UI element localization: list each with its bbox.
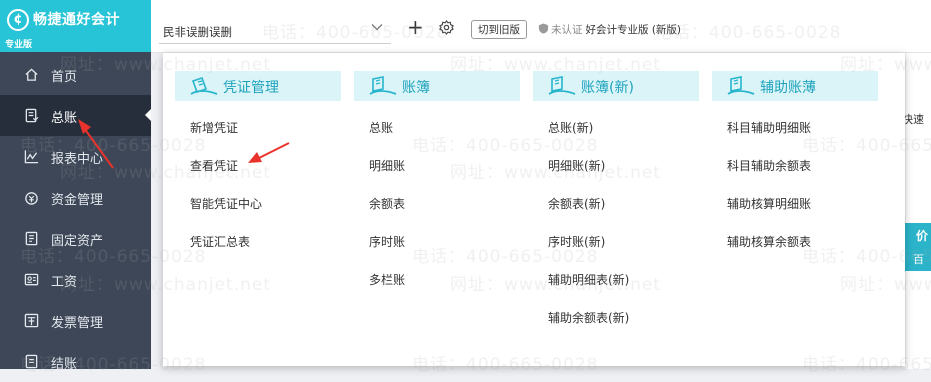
ledger-icon bbox=[25, 108, 39, 123]
books-new-icon bbox=[548, 76, 576, 95]
voucher-icon bbox=[190, 76, 218, 95]
certification-status[interactable]: 未认证 好会计专业版 (新版) bbox=[538, 22, 681, 37]
side-card[interactable]: 价 百 bbox=[905, 223, 931, 271]
quick-link-text[interactable]: 快速 bbox=[902, 111, 924, 127]
sidebar-item-funds[interactable]: 资金管理 bbox=[0, 177, 151, 218]
main-content-background bbox=[906, 53, 931, 369]
sidebar-item-label: 总账 bbox=[51, 111, 78, 126]
menu-item-aux-accounting-detail[interactable]: 辅助核算明细账 bbox=[712, 196, 878, 234]
app-logo[interactable]: ¢ 畅捷通好会计 专业版 bbox=[0, 0, 151, 52]
menu-item-detail-ledger[interactable]: 明细账 bbox=[354, 158, 520, 196]
sidebar-nav: 首页 总账 报表中心 资金管理 固定资产 工资 发票管理 结账 bbox=[0, 54, 151, 382]
menu-item-smart-voucher-center[interactable]: 智能凭证中心 bbox=[175, 196, 341, 234]
logo-mark-icon: ¢ bbox=[7, 9, 29, 31]
menu-item-aux-detail-new[interactable]: 辅助明细表(新) bbox=[533, 272, 699, 310]
shield-icon bbox=[538, 23, 549, 34]
menu-column-header: 辅助账薄 bbox=[712, 71, 878, 101]
logo-name: 畅捷通好会计 bbox=[33, 12, 120, 28]
invoice-icon bbox=[24, 313, 39, 328]
salary-icon bbox=[24, 273, 39, 286]
menu-item-balance-sheet-new[interactable]: 余额表(新) bbox=[533, 196, 699, 234]
menu-column-title: 辅助账薄 bbox=[760, 80, 816, 96]
asset-icon bbox=[25, 231, 38, 246]
menu-item-journal[interactable]: 序时账 bbox=[354, 234, 520, 272]
side-card-line2: 百 bbox=[913, 253, 924, 266]
menu-column-title: 账簿 bbox=[402, 80, 430, 96]
menu-item-view-voucher[interactable]: 查看凭证 bbox=[175, 158, 341, 196]
product-name: 好会计专业版 (新版) bbox=[585, 24, 682, 36]
menu-item-general-ledger-new[interactable]: 总账(新) bbox=[533, 120, 699, 158]
menu-item-subject-aux-balance[interactable]: 科目辅助余额表 bbox=[712, 158, 878, 196]
sidebar: ¢ 畅捷通好会计 专业版 首页 总账 报表中心 资金管理 固定资产 工资 发票管… bbox=[0, 0, 151, 372]
sidebar-item-label: 发票管理 bbox=[51, 316, 104, 331]
menu-item-detail-ledger-new[interactable]: 明细账(新) bbox=[533, 158, 699, 196]
certification-label: 未认证 bbox=[551, 24, 583, 36]
menu-column-books: 账簿 总账 明细账 余额表 序时账 多栏账 bbox=[354, 71, 520, 310]
sidebar-item-label: 首页 bbox=[51, 70, 78, 85]
menu-column-header: 账簿(新) bbox=[533, 71, 699, 101]
menu-column-books-new: 账簿(新) 总账(新) 明细账(新) 余额表(新) 序时账(新) 辅助明细表(新… bbox=[533, 71, 699, 348]
general-ledger-menu: 凭证管理 新增凭证 查看凭证 智能凭证中心 凭证汇总表 账簿 总账 明细账 余额… bbox=[163, 53, 905, 366]
menu-column-title: 账簿(新) bbox=[581, 80, 634, 96]
menu-column-aux-books: 辅助账薄 科目辅助明细账 科目辅助余额表 辅助核算明细账 辅助核算余额表 bbox=[712, 71, 878, 272]
menu-item-voucher-summary[interactable]: 凭证汇总表 bbox=[175, 234, 341, 272]
edition-label: 专业版 bbox=[5, 40, 33, 50]
money-icon bbox=[25, 192, 38, 205]
gear-icon[interactable] bbox=[439, 20, 454, 35]
menu-item-aux-balance-new[interactable]: 辅助余额表(新) bbox=[533, 310, 699, 348]
sidebar-item-home[interactable]: 首页 bbox=[0, 54, 151, 95]
books-icon bbox=[369, 76, 397, 95]
add-icon[interactable]: + bbox=[407, 17, 424, 37]
sidebar-item-label: 结账 bbox=[51, 357, 78, 372]
menu-item-subject-aux-detail[interactable]: 科目辅助明细账 bbox=[712, 120, 878, 158]
top-bar: 民非误删误删 + 切到旧版 未认证 好会计专业版 (新版) bbox=[151, 0, 931, 53]
menu-item-new-voucher[interactable]: 新增凭证 bbox=[175, 120, 341, 158]
sidebar-item-fixed-assets[interactable]: 固定资产 bbox=[0, 218, 151, 259]
menu-item-multi-column-ledger[interactable]: 多栏账 bbox=[354, 272, 520, 310]
menu-item-general-ledger[interactable]: 总账 bbox=[354, 120, 520, 158]
sidebar-item-label: 工资 bbox=[51, 275, 78, 290]
sidebar-item-closing[interactable]: 结账 bbox=[0, 341, 151, 382]
menu-column-header: 账簿 bbox=[354, 71, 520, 101]
sidebar-item-general-ledger[interactable]: 总账 bbox=[0, 95, 151, 136]
side-card-line1: 价 bbox=[916, 229, 929, 243]
company-selector[interactable]: 民非误删误删 bbox=[163, 24, 232, 40]
company-selector-underline bbox=[159, 43, 391, 44]
chart-icon bbox=[24, 150, 39, 164]
menu-column-header: 凭证管理 bbox=[175, 71, 341, 101]
sidebar-item-label: 资金管理 bbox=[51, 193, 104, 208]
menu-column-title: 凭证管理 bbox=[223, 80, 279, 96]
menu-item-balance-sheet[interactable]: 余额表 bbox=[354, 196, 520, 234]
chevron-down-icon[interactable] bbox=[370, 20, 384, 34]
menu-item-aux-accounting-balance[interactable]: 辅助核算余额表 bbox=[712, 234, 878, 272]
sidebar-item-salary[interactable]: 工资 bbox=[0, 259, 151, 300]
aux-books-icon bbox=[727, 76, 755, 95]
switch-old-version-button[interactable]: 切到旧版 bbox=[471, 20, 527, 39]
sidebar-item-label: 报表中心 bbox=[51, 152, 104, 167]
sidebar-item-reports[interactable]: 报表中心 bbox=[0, 136, 151, 177]
sidebar-item-label: 固定资产 bbox=[51, 234, 104, 249]
closing-icon bbox=[25, 354, 38, 369]
sidebar-item-invoices[interactable]: 发票管理 bbox=[0, 300, 151, 341]
home-icon bbox=[25, 68, 38, 81]
menu-item-journal-new[interactable]: 序时账(新) bbox=[533, 234, 699, 272]
menu-column-vouchers: 凭证管理 新增凭证 查看凭证 智能凭证中心 凭证汇总表 bbox=[175, 71, 341, 272]
